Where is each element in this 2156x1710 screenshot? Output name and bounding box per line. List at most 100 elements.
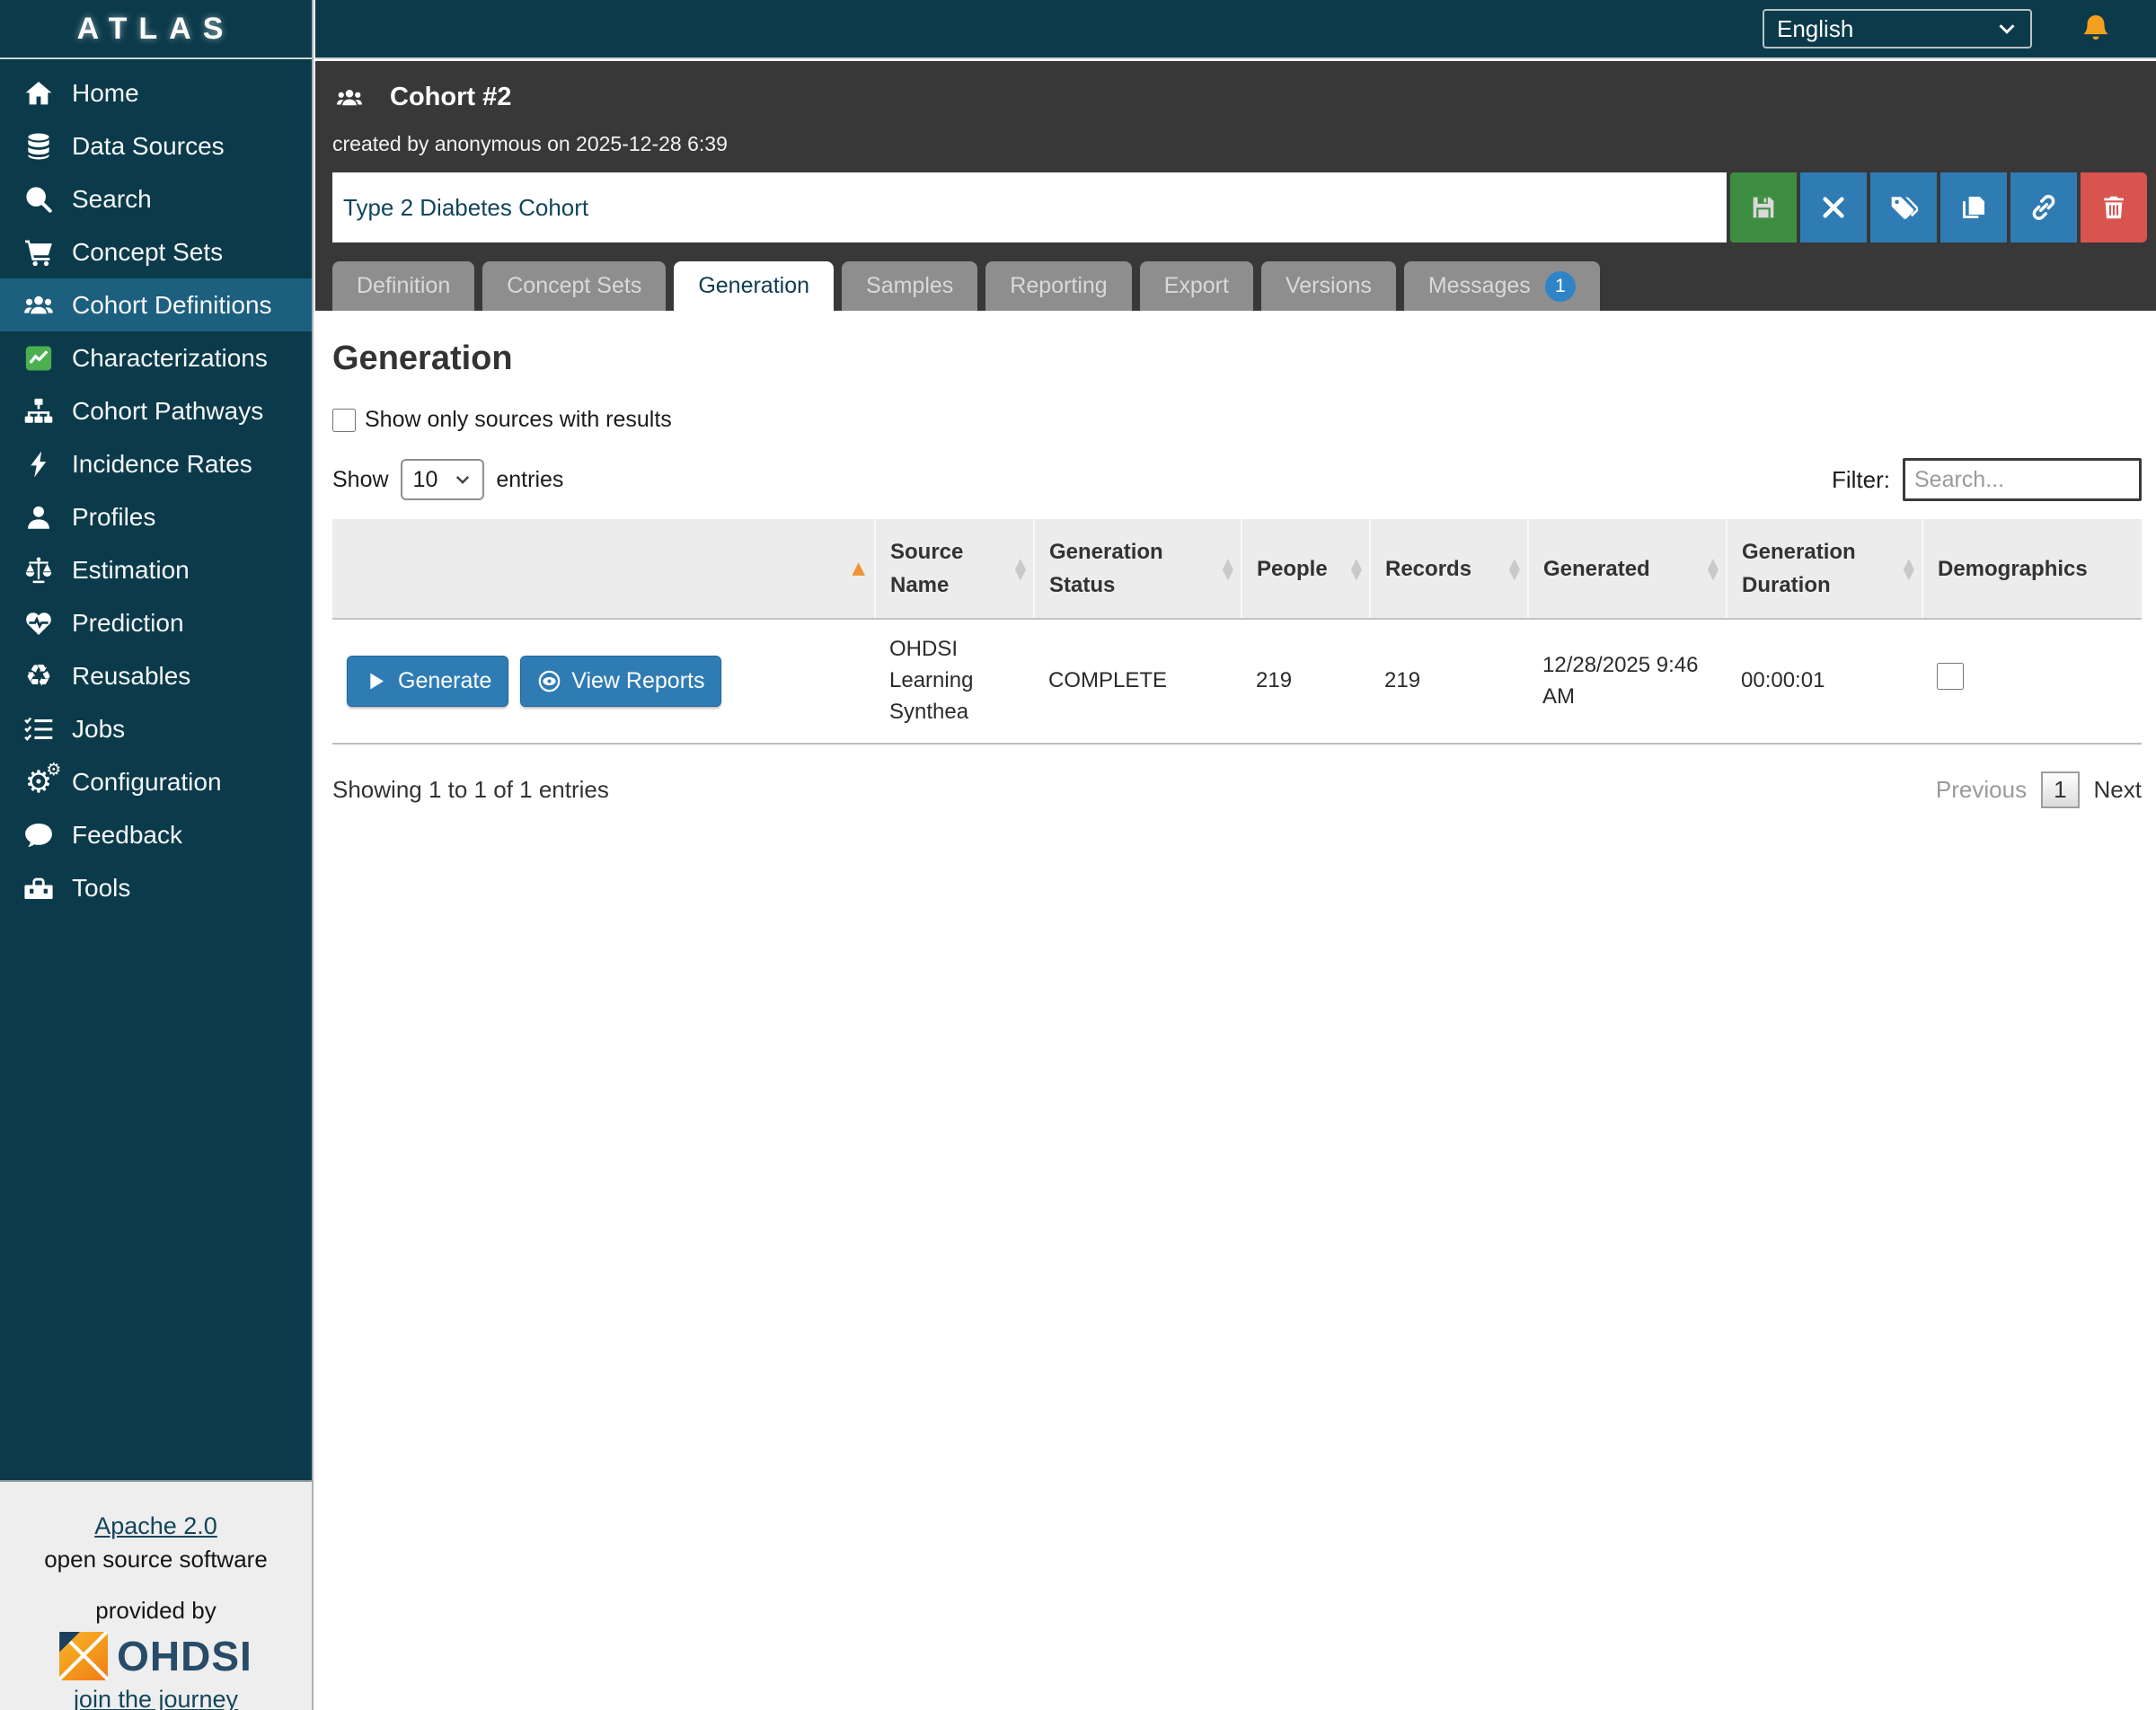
- show-only-sources-label: Show only sources with results: [365, 407, 672, 433]
- sidebar-item-data-sources[interactable]: Data Sources: [0, 119, 312, 172]
- sidebar-item-incidence-rates[interactable]: Incidence Rates: [0, 437, 312, 490]
- tab-concept-sets[interactable]: Concept Sets: [482, 261, 666, 311]
- tab-reporting[interactable]: Reporting: [985, 261, 1131, 311]
- sidebar-item-characterizations[interactable]: Characterizations: [0, 331, 312, 384]
- tab-bar: Definition Concept Sets Generation Sampl…: [332, 261, 2147, 311]
- sidebar-item-cohort-definitions[interactable]: Cohort Definitions: [0, 278, 312, 331]
- sort-icons: ▲▼: [1509, 559, 1520, 579]
- generation-table: ▲ Source Name▲▼ Generation Status▲▼ Peop…: [332, 519, 2142, 745]
- sidebar-item-home[interactable]: Home: [0, 66, 312, 119]
- tab-definition[interactable]: Definition: [332, 261, 474, 311]
- chart-line-icon: [18, 343, 59, 374]
- col-generated[interactable]: Generated▲▼: [1528, 519, 1727, 619]
- apache-license-link[interactable]: Apache 2.0: [94, 1512, 217, 1540]
- sidebar-footer: Apache 2.0 open source software provided…: [0, 1480, 312, 1710]
- tab-samples[interactable]: Samples: [842, 261, 977, 311]
- close-button[interactable]: [1800, 172, 1867, 242]
- page-title: Cohort #2: [390, 83, 511, 112]
- generation-panel: Generation Show only sources with result…: [315, 311, 2156, 1710]
- sidebar-item-search[interactable]: Search: [0, 172, 312, 225]
- col-records[interactable]: Records▲▼: [1370, 519, 1528, 619]
- chevron-down-icon: [1996, 18, 2018, 40]
- sort-icons: ▲▼: [1015, 559, 1026, 579]
- sidebar-item-prediction[interactable]: Prediction: [0, 596, 312, 649]
- sidebar-item-tools[interactable]: Tools: [0, 861, 312, 914]
- table-header-row: ▲ Source Name▲▼ Generation Status▲▼ Peop…: [332, 519, 2142, 619]
- eye-icon: [537, 669, 561, 693]
- show-label: Show: [332, 467, 389, 493]
- open-source-text: open source software: [0, 1546, 312, 1573]
- sitemap-icon: [18, 396, 59, 427]
- gears-icon: ⚙⚙: [18, 767, 59, 798]
- previous-page-button[interactable]: Previous: [1936, 776, 2027, 804]
- join-journey-link[interactable]: join the journey: [74, 1686, 238, 1710]
- copy-icon: [1959, 193, 1988, 222]
- sidebar-item-estimation[interactable]: Estimation: [0, 543, 312, 596]
- sort-icons: ▲▼: [1351, 559, 1362, 579]
- created-by-text: created by anonymous on 2025-12-28 6:39: [332, 132, 2147, 156]
- tab-generation[interactable]: Generation: [674, 261, 834, 311]
- col-generation-status[interactable]: Generation Status▲▼: [1034, 519, 1241, 619]
- tab-messages[interactable]: Messages 1: [1404, 261, 1600, 311]
- comment-icon: [18, 820, 59, 851]
- filter-control: Filter:: [1832, 458, 2142, 501]
- col-people[interactable]: People▲▼: [1241, 519, 1370, 619]
- section-heading: Generation: [332, 339, 2147, 378]
- language-select[interactable]: English: [1763, 9, 2032, 48]
- title-row: Cohort #2: [332, 83, 2147, 112]
- show-only-sources-checkbox[interactable]: [332, 409, 356, 432]
- page-1-button[interactable]: 1: [2041, 771, 2079, 808]
- sort-ascending-icon: ▲: [852, 555, 865, 581]
- cell-people: 219: [1241, 619, 1370, 743]
- tab-messages-label: Messages: [1428, 261, 1531, 311]
- sidebar-item-cohort-pathways[interactable]: Cohort Pathways: [0, 384, 312, 437]
- delete-button[interactable]: [2081, 172, 2147, 242]
- sidebar-item-concept-sets[interactable]: Concept Sets: [0, 225, 312, 278]
- cohort-name-input[interactable]: [332, 172, 1727, 242]
- tab-versions[interactable]: Versions: [1261, 261, 1396, 311]
- cohort-action-buttons: [1730, 172, 2147, 242]
- col-generation-duration[interactable]: Generation Duration▲▼: [1727, 519, 1922, 619]
- tags-icon: [1889, 193, 1918, 222]
- heartbeat-icon: [18, 608, 59, 639]
- home-icon: [18, 78, 59, 109]
- filter-label: Filter:: [1832, 466, 1890, 494]
- sidebar-item-jobs[interactable]: Jobs: [0, 702, 312, 755]
- save-icon: [1749, 193, 1778, 222]
- filter-input[interactable]: [1903, 458, 2142, 501]
- user-icon: [18, 502, 59, 533]
- tags-button[interactable]: [1870, 172, 1937, 242]
- demographics-checkbox[interactable]: [1937, 663, 1964, 690]
- table-row: Generate View Reports OHDSI Learning Syn…: [332, 619, 2142, 743]
- show-only-sources-row: Show only sources with results: [332, 407, 672, 433]
- notifications-bell-icon[interactable]: [2079, 12, 2113, 46]
- col-actions[interactable]: ▲: [332, 519, 875, 619]
- sidebar-item-reusables[interactable]: ♻ Reusables: [0, 649, 312, 702]
- link-button[interactable]: [2010, 172, 2077, 242]
- view-reports-button[interactable]: View Reports: [520, 656, 721, 707]
- copy-button[interactable]: [1940, 172, 2007, 242]
- page-size-select[interactable]: 10: [401, 459, 485, 500]
- language-value: English: [1777, 15, 1853, 43]
- tab-export[interactable]: Export: [1140, 261, 1253, 311]
- topbar: English: [315, 0, 2156, 59]
- users-icon: [18, 290, 59, 321]
- cohort-users-icon: [332, 84, 367, 111]
- cell-records: 219: [1370, 619, 1528, 743]
- sidebar-menu: Home Data Sources Search Concept Sets Co…: [0, 59, 312, 914]
- sidebar-item-configuration[interactable]: ⚙⚙ Configuration: [0, 755, 312, 808]
- play-icon: [364, 669, 388, 693]
- cell-source-name: OHDSI Learning Synthea: [875, 619, 1034, 743]
- save-button[interactable]: [1730, 172, 1797, 242]
- trash-icon: [2099, 193, 2128, 222]
- close-icon: [1819, 193, 1848, 222]
- col-demographics: Demographics: [1922, 519, 2142, 619]
- generate-button[interactable]: Generate: [347, 656, 508, 707]
- cell-generated: 12/28/2025 9:46 AM: [1528, 619, 1727, 743]
- sidebar-item-profiles[interactable]: Profiles: [0, 490, 312, 543]
- col-source-name[interactable]: Source Name▲▼: [875, 519, 1034, 619]
- next-page-button[interactable]: Next: [2094, 776, 2142, 804]
- pagination: Previous 1 Next: [1936, 771, 2142, 808]
- sidebar-item-feedback[interactable]: Feedback: [0, 808, 312, 861]
- row-actions: Generate View Reports: [347, 656, 861, 707]
